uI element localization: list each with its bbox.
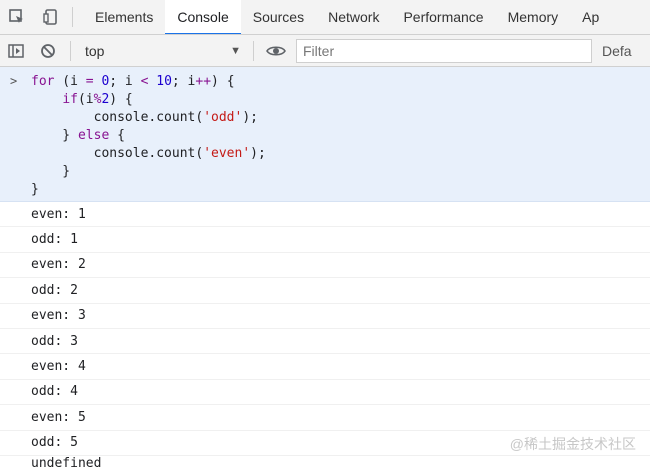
log-row: odd: 4	[0, 380, 650, 406]
return-value-row: undefined	[31, 455, 102, 467]
tab-separator	[72, 7, 73, 27]
tab-network[interactable]: Network	[316, 0, 391, 34]
inspect-element-icon[interactable]	[0, 0, 34, 34]
devtools-tab-bar: Elements Console Sources Network Perform…	[0, 0, 650, 35]
context-selector[interactable]: top ▼	[77, 39, 247, 63]
tab-performance[interactable]: Performance	[391, 0, 495, 34]
live-expression-eye-icon[interactable]	[260, 35, 292, 66]
log-row: odd: 2	[0, 278, 650, 304]
log-row: odd: 1	[0, 227, 650, 253]
tab-memory[interactable]: Memory	[496, 0, 571, 34]
code-block: for (i = 0; i < 10; i++) { if(i%2) { con…	[31, 74, 266, 197]
log-levels-dropdown[interactable]: Defa	[602, 43, 632, 59]
log-row: odd: 3	[0, 329, 650, 355]
console-toolbar: top ▼ Filter Defa	[0, 35, 650, 67]
device-toolbar-icon[interactable]	[34, 0, 68, 34]
context-value: top	[85, 42, 105, 59]
log-row: even: 5	[0, 405, 650, 431]
dropdown-arrow-icon: ▼	[230, 44, 241, 57]
tab-console[interactable]: Console	[165, 0, 242, 34]
console-input-entry: > for (i = 0; i < 10; i++) { if(i%2) { c…	[0, 67, 650, 202]
toolbar-separator	[253, 40, 254, 61]
tab-application[interactable]: Ap	[570, 0, 611, 34]
prompt-chevron-icon: >	[10, 74, 18, 88]
filter-input[interactable]: Filter	[296, 38, 592, 63]
log-row: even: 2	[0, 253, 650, 279]
tab-elements[interactable]: Elements	[83, 0, 165, 34]
toolbar-separator	[70, 40, 71, 61]
sidebar-toggle-icon[interactable]	[0, 35, 32, 66]
clear-console-icon[interactable]	[32, 35, 64, 66]
console-output: > for (i = 0; i < 10; i++) { if(i%2) { c…	[0, 67, 650, 467]
filter-placeholder: Filter	[303, 42, 335, 59]
log-row: even: 3	[0, 304, 650, 329]
log-row: even: 1	[0, 202, 650, 228]
log-row: even: 4	[0, 354, 650, 380]
watermark-text: @稀土掘金技术社区	[509, 436, 636, 452]
tab-sources[interactable]: Sources	[241, 0, 316, 34]
